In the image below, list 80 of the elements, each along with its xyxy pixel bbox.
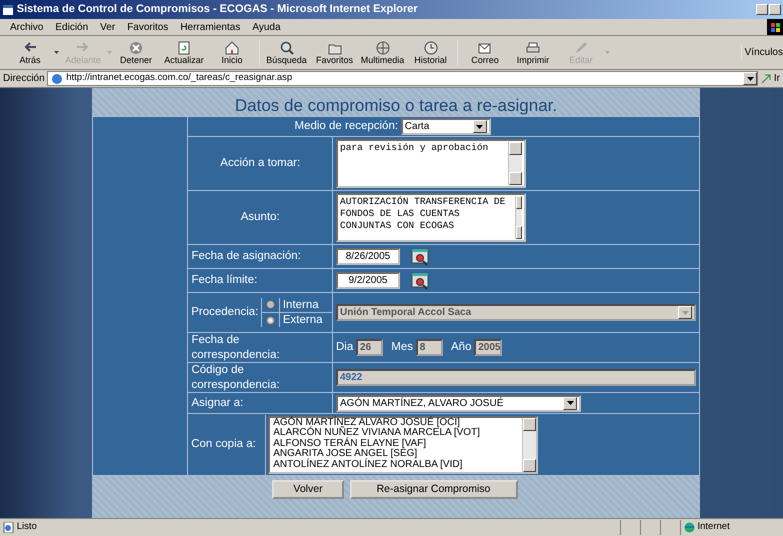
maximize-button[interactable] — [769, 4, 781, 15]
radio-label: Interna — [279, 298, 319, 312]
calendar-icon[interactable] — [411, 270, 431, 290]
scroll-up-button[interactable] — [516, 196, 522, 209]
calendar-icon[interactable] — [411, 246, 431, 266]
menu-item[interactable]: Favoritos — [121, 20, 174, 34]
window-title: Sistema de Control de Compromisos - ECOGAS - Microsoft Internet Explorer — [16, 2, 418, 18]
input-field[interactable]: 9/2/2005 — [336, 272, 400, 289]
toolbar-button[interactable]: Atrás — [6, 40, 54, 66]
field-label: Acción a tomar: — [220, 157, 300, 170]
go-arrow-icon — [761, 74, 772, 84]
form-button[interactable]: Volver — [272, 480, 344, 499]
scroll-down-button[interactable] — [523, 458, 536, 472]
field-label: Procedencia: — [191, 305, 258, 320]
toolbar-button[interactable]: Detener — [112, 40, 160, 66]
toolbar-button[interactable]: Búsqueda — [262, 40, 310, 66]
caret-icon — [746, 76, 754, 80]
search-icon — [278, 40, 294, 56]
toolbar-button[interactable]: Actualizar — [160, 40, 208, 66]
stop-icon — [128, 40, 144, 56]
input-field[interactable]: 8/26/2005 — [336, 248, 400, 265]
pen-icon — [573, 40, 589, 56]
dropdown[interactable]: Carta — [400, 118, 491, 135]
toolbar-button[interactable]: Favoritos — [310, 40, 358, 66]
caret-icon — [566, 401, 574, 405]
list-item[interactable]: ANTOLÍNEZ ANTOLÍNEZ NORALBA [VID] — [273, 460, 522, 470]
dropdown[interactable]: AGÓN MARTÍNEZ, ALVARO JOSUÉ — [336, 394, 581, 412]
refresh-icon — [176, 40, 192, 56]
browser-icon — [2, 4, 14, 16]
address-field[interactable]: http://intranet.ecogas.com.co/_tareas/c_reasignar.asp — [47, 71, 758, 86]
windows-logo-icon — [767, 19, 783, 35]
field-label: Con copia a: — [191, 437, 256, 452]
menu-item[interactable]: Ayuda — [246, 20, 287, 34]
field-label: Medio de recepción: — [294, 119, 398, 134]
field-label: Año — [451, 340, 472, 355]
menu-item[interactable]: Ver — [94, 20, 122, 34]
list-box[interactable]: AGÓN MARTÍNEZ ALVARO JOSUÉ [OCI] ALARCÓN NUÑEZ VIVIANA MARCELA [VOT] ALFONSO TERÁN ELAYNE [VAF] ANGARITA JOSE ANGEL [SEG] ANTOLÍNEZ ANTOLÍNEZ NORALBA [VID] — [268, 416, 538, 474]
caret-icon — [476, 124, 484, 128]
globe-icon — [374, 40, 390, 56]
toolbar-button[interactable]: Imprimir — [509, 40, 557, 66]
toolbar-button[interactable]: Correo — [461, 40, 509, 66]
text-area[interactable]: para revisión y aprobación — [336, 139, 526, 188]
minimize-button[interactable] — [756, 4, 768, 15]
caret-icon — [682, 310, 688, 314]
field-label: Fecha de asignación: — [191, 250, 301, 262]
form-title: Datos de compromiso o tarea a re-asignar. — [234, 95, 558, 116]
links-label[interactable]: Vínculos — [740, 45, 783, 60]
field-label: Fecha de correspondencia: — [191, 334, 280, 360]
zone-label: Internet — [698, 520, 730, 534]
field-label: Código de correspondencia: — [191, 364, 280, 390]
address-label: Dirección — [3, 72, 45, 86]
field-label: Asignar a: — [191, 396, 244, 409]
field-label: Fecha límite: — [191, 274, 258, 286]
field-label: Mes — [391, 340, 413, 355]
scroll-up-button[interactable] — [509, 142, 522, 155]
toolbar-button[interactable]: Multimedia — [358, 40, 406, 66]
clock-icon — [422, 40, 438, 56]
field-label: Asunto: — [240, 211, 280, 224]
go-button[interactable]: Ir — [761, 71, 780, 86]
list-item[interactable]: ANGARITA JOSE ANGEL [SEG] — [273, 449, 522, 460]
home-icon — [224, 40, 240, 56]
page-icon — [51, 72, 64, 84]
page-icon — [3, 522, 14, 533]
list-item[interactable]: ALARCÓN NUÑEZ VIVIANA MARCELA [VOT] — [273, 428, 522, 439]
scroll-up-button[interactable] — [523, 418, 536, 430]
toolbar-button[interactable]: Historial — [406, 40, 454, 66]
menu-item[interactable]: Edición — [49, 20, 94, 34]
globe-icon — [684, 522, 695, 533]
toolbar-button[interactable]: Inicio — [208, 40, 256, 66]
menu-item[interactable]: Herramientas — [174, 20, 246, 34]
dropdown-arrow-icon[interactable] — [54, 50, 59, 54]
status-text: Listo — [16, 520, 37, 534]
scroll-down-button[interactable] — [509, 172, 522, 185]
field-label: Dia — [336, 340, 354, 355]
menu-item[interactable]: Archivo — [4, 20, 50, 34]
form-button[interactable]: Re-asignar Compromiso — [350, 480, 518, 499]
radio-label: Externa — [279, 313, 322, 328]
scroll-down-button[interactable] — [516, 226, 522, 239]
list-item[interactable]: ALFONSO TERÁN ELAYNE [VAF] — [273, 438, 522, 450]
text-area[interactable]: AUTORIZACIÓN TRANSFERENCIA DE FONDOS DE LAS CUENTAS CONJUNTAS CON ECOGAS — [336, 193, 526, 242]
